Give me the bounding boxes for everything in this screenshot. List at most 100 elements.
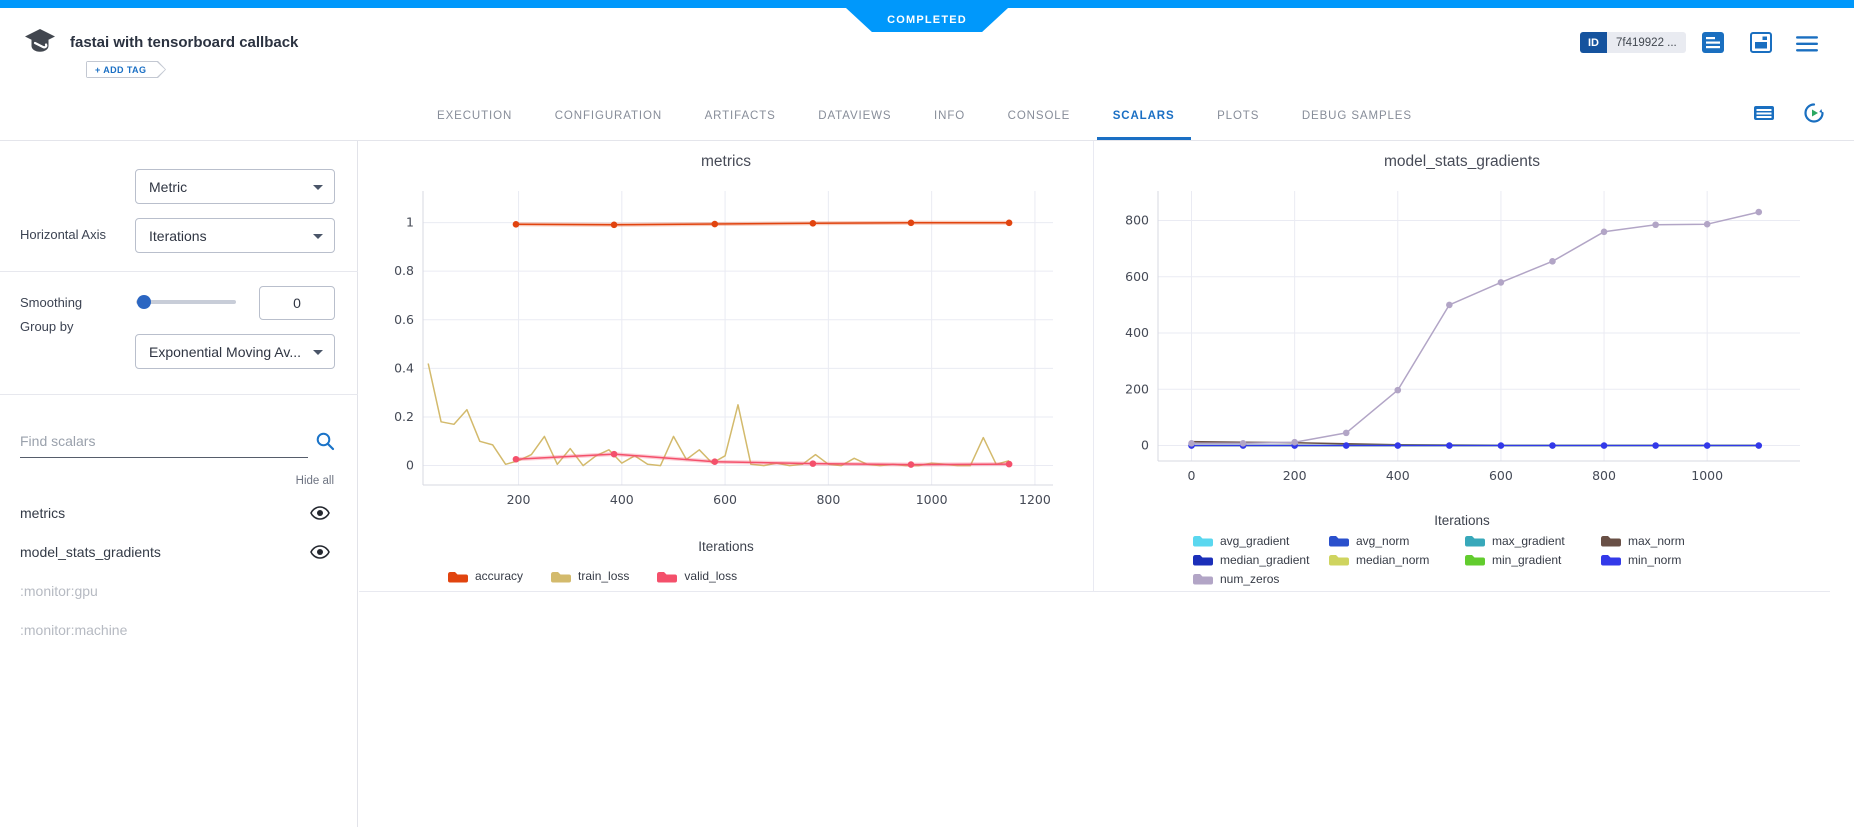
tab-console[interactable]: CONSOLE bbox=[1008, 92, 1071, 140]
horizontal-axis-select[interactable]: Iterations bbox=[135, 218, 335, 253]
add-tag-label: + ADD TAG bbox=[95, 65, 146, 75]
legend-swatch-icon bbox=[1192, 553, 1214, 566]
legend-label: accuracy bbox=[475, 569, 523, 583]
smoothing-method-select[interactable]: Exponential Moving Av... bbox=[135, 334, 335, 369]
search-icon[interactable] bbox=[315, 431, 335, 451]
x-tick-label: 200 bbox=[507, 492, 531, 507]
y-tick-label: 0.6 bbox=[394, 312, 414, 327]
x-tick-label: 0 bbox=[1188, 468, 1196, 483]
model-stats-gradients-plot[interactable]: 020040060080010000200400600800 bbox=[1100, 185, 1822, 495]
legend-item-num_zeros[interactable]: num_zeros bbox=[1192, 569, 1328, 588]
tab-plots[interactable]: PLOTS bbox=[1217, 92, 1259, 140]
search-input[interactable] bbox=[20, 429, 308, 458]
scalar-name: :monitor:machine bbox=[20, 622, 330, 638]
eye-icon[interactable] bbox=[310, 545, 330, 559]
legend-label: max_norm bbox=[1628, 534, 1685, 548]
legend-item-max_gradient[interactable]: max_gradient bbox=[1464, 531, 1600, 550]
metrics-plot[interactable]: 2004006008001000120000.20.40.60.81 bbox=[365, 185, 1085, 521]
y-tick-label: 0 bbox=[406, 458, 414, 473]
x-axis-label: Iterations bbox=[359, 539, 1093, 554]
tab-scalars[interactable]: SCALARS bbox=[1113, 92, 1175, 140]
legend-item-median_norm[interactable]: median_norm bbox=[1328, 550, 1464, 569]
scalar-row--monitor-gpu: :monitor:gpu bbox=[0, 571, 358, 610]
legend-label: min_gradient bbox=[1492, 553, 1561, 567]
legend-item-avg_norm[interactable]: avg_norm bbox=[1328, 531, 1464, 550]
chevron-down-icon bbox=[313, 234, 323, 239]
x-tick-label: 200 bbox=[1283, 468, 1307, 483]
x-tick-label: 1000 bbox=[1691, 468, 1723, 483]
scalar-row-model-stats-gradients[interactable]: model_stats_gradients bbox=[0, 532, 358, 571]
charts-area: metrics2004006008001000120000.20.40.60.8… bbox=[359, 141, 1830, 592]
legend-swatch-icon bbox=[1464, 553, 1486, 566]
eye-icon[interactable] bbox=[310, 506, 330, 520]
compare-panel-icon[interactable] bbox=[1750, 32, 1772, 53]
y-tick-label: 800 bbox=[1125, 213, 1149, 228]
y-tick-label: 1 bbox=[406, 215, 414, 230]
hide-all-link[interactable]: Hide all bbox=[296, 475, 334, 487]
legend-swatch-icon bbox=[447, 570, 469, 583]
legend-swatch-icon bbox=[1328, 553, 1350, 566]
divider bbox=[0, 394, 358, 395]
chart-title-metrics: metrics bbox=[359, 153, 1093, 171]
scalar-name: :monitor:gpu bbox=[20, 583, 330, 599]
legend-item-valid_loss[interactable]: valid_loss bbox=[656, 569, 737, 583]
tab-configuration[interactable]: CONFIGURATION bbox=[555, 92, 662, 140]
x-tick-label: 1200 bbox=[1019, 492, 1051, 507]
status-badge: COMPLETED bbox=[846, 8, 1008, 32]
series-line-train_loss bbox=[428, 364, 1009, 466]
app-logo-icon bbox=[23, 27, 57, 59]
legend-label: train_loss bbox=[578, 569, 629, 583]
horizontal-axis-label: Horizontal Axis bbox=[20, 227, 106, 242]
notes-icon[interactable] bbox=[1702, 32, 1724, 53]
legend-swatch-icon bbox=[1600, 534, 1622, 547]
tab-debug-samples[interactable]: DEBUG SAMPLES bbox=[1302, 92, 1412, 140]
legend-label: avg_norm bbox=[1356, 534, 1409, 548]
tab-dataviews[interactable]: DATAVIEWS bbox=[818, 92, 891, 140]
experiment-id-badge: ID 7f419922 ... bbox=[1580, 32, 1686, 53]
legend-swatch-icon bbox=[1600, 553, 1622, 566]
smoothing-slider-knob[interactable] bbox=[137, 295, 151, 309]
y-tick-label: 0.8 bbox=[394, 263, 414, 278]
group-by-label: Group by bbox=[20, 319, 73, 334]
legend-label: num_zeros bbox=[1220, 572, 1279, 586]
group-by-value: Metric bbox=[149, 179, 187, 195]
legend-label: min_norm bbox=[1628, 553, 1681, 567]
scalar-row-metrics[interactable]: metrics bbox=[0, 493, 358, 532]
tab-artifacts[interactable]: ARTIFACTS bbox=[705, 92, 776, 140]
legend-item-min_norm[interactable]: min_norm bbox=[1600, 550, 1736, 569]
top-status-bar bbox=[0, 0, 1854, 8]
legend-label: avg_gradient bbox=[1220, 534, 1289, 548]
legend-swatch-icon bbox=[1192, 572, 1214, 585]
legend-swatch-icon bbox=[1464, 534, 1486, 547]
table-view-icon[interactable] bbox=[1752, 101, 1776, 125]
smoothing-slider-track[interactable] bbox=[136, 300, 236, 304]
tab-info[interactable]: INFO bbox=[934, 92, 965, 140]
add-tag-button[interactable]: + ADD TAG bbox=[86, 61, 166, 78]
x-tick-label: 600 bbox=[713, 492, 737, 507]
find-scalars bbox=[20, 429, 335, 458]
chart-title-model-stats-gradients: model_stats_gradients bbox=[1094, 153, 1830, 171]
chevron-down-icon bbox=[313, 185, 323, 190]
legend-item-train_loss[interactable]: train_loss bbox=[550, 569, 629, 583]
legend-item-median_gradient[interactable]: median_gradient bbox=[1192, 550, 1328, 569]
menu-icon[interactable] bbox=[1796, 34, 1818, 55]
experiment-title: fastai with tensorboard callback bbox=[70, 34, 298, 51]
legend-item-max_norm[interactable]: max_norm bbox=[1600, 531, 1736, 550]
legend-swatch-icon bbox=[550, 570, 572, 583]
status-label: COMPLETED bbox=[887, 14, 967, 26]
group-by-select[interactable]: Metric bbox=[135, 169, 335, 204]
experiment-id-value[interactable]: 7f419922 ... bbox=[1607, 32, 1686, 53]
legend-item-min_gradient[interactable]: min_gradient bbox=[1464, 550, 1600, 569]
legend-item-accuracy[interactable]: accuracy bbox=[447, 569, 523, 583]
y-tick-label: 0 bbox=[1141, 438, 1149, 453]
auto-refresh-icon[interactable] bbox=[1802, 101, 1826, 125]
smoothing-label: Smoothing bbox=[20, 295, 82, 310]
legend-label: valid_loss bbox=[684, 569, 737, 583]
legend-item-avg_gradient[interactable]: avg_gradient bbox=[1192, 531, 1328, 550]
divider bbox=[0, 271, 358, 272]
y-tick-label: 600 bbox=[1125, 269, 1149, 284]
tab-execution[interactable]: EXECUTION bbox=[437, 92, 512, 140]
x-axis-label: Iterations bbox=[1094, 513, 1830, 528]
smoothing-value-input[interactable]: 0 bbox=[259, 286, 335, 320]
y-tick-label: 400 bbox=[1125, 325, 1149, 340]
